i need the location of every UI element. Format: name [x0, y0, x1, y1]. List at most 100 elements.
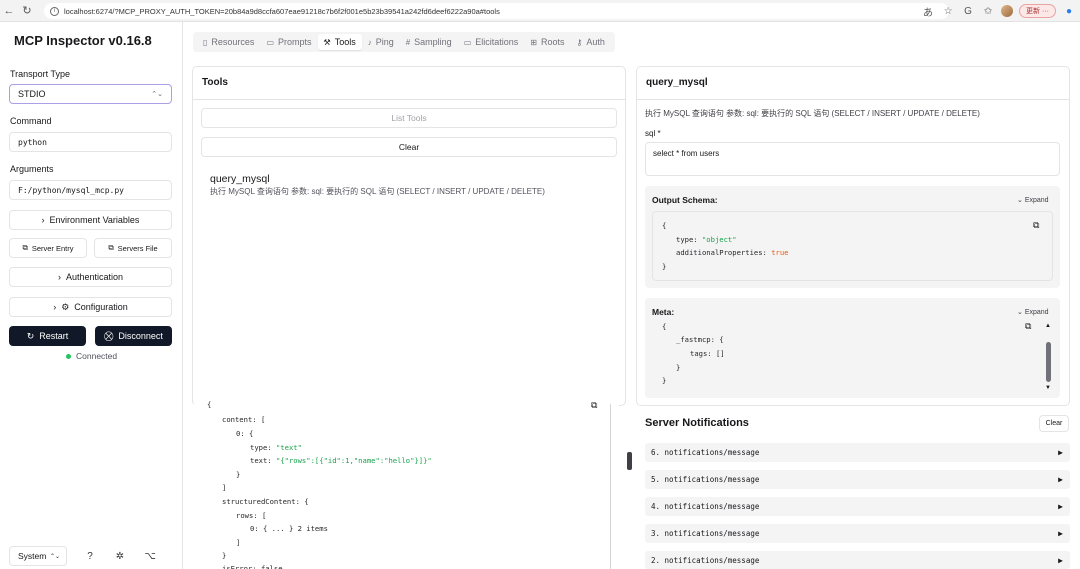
bug-icon[interactable]: ✲: [113, 551, 127, 562]
copy-icon[interactable]: ⧉: [1033, 220, 1039, 231]
file-icon: ▯: [203, 37, 208, 47]
triangle-right-icon: ▶: [1058, 502, 1063, 511]
tab-auth[interactable]: ⚷ Auth: [571, 34, 611, 50]
copy-icon: ⧉: [108, 243, 114, 252]
notification-item[interactable]: 5. notifications/message ▶: [645, 470, 1070, 489]
chevron-right-icon: ›: [41, 215, 45, 225]
restart-button[interactable]: ↻ Restart: [9, 326, 86, 346]
tab-prompts[interactable]: ▭ Prompts: [260, 34, 317, 50]
result-type-value: "text": [275, 443, 302, 452]
server-entry-button[interactable]: ⧉ Server Entry: [9, 238, 87, 258]
meta-open: {: [662, 322, 667, 331]
authentication-label: Authentication: [65, 272, 124, 282]
tab-label: Resources: [211, 37, 255, 47]
chevron-down-icon: ⌄: [1017, 309, 1023, 316]
rotate-icon: ↻: [26, 330, 35, 341]
result-type-line: type: "text": [250, 441, 302, 454]
result-row-0[interactable]: 0: { ... } 2 items: [250, 522, 328, 535]
tab-tools[interactable]: ⚒ Tools: [317, 34, 362, 50]
info-icon[interactable]: i: [50, 6, 59, 16]
result-open: {: [207, 400, 212, 409]
authentication-button[interactable]: › Authentication: [9, 267, 172, 287]
schema-type-line: type: "object": [676, 233, 737, 246]
star-icon[interactable]: ☆: [941, 6, 955, 17]
tab-elicitations[interactable]: ▭ Elicitations: [458, 34, 525, 50]
help-icon[interactable]: ?: [83, 551, 97, 562]
notification-item[interactable]: 4. notifications/message ▶: [645, 497, 1070, 516]
result-close-obj: }: [236, 470, 241, 479]
triangle-right-icon: ▶: [1058, 448, 1063, 457]
triangle-right-icon: ▶: [1058, 555, 1063, 565]
list-tools-button[interactable]: List Tools: [201, 108, 617, 128]
clear-tools-button[interactable]: Clear: [201, 137, 617, 157]
github-icon[interactable]: ⌥: [143, 551, 157, 562]
copilot-icon[interactable]: ●: [1062, 6, 1076, 17]
notification-label: 3. notifications/message: [651, 529, 760, 538]
favorites-icon[interactable]: ✩: [981, 6, 995, 17]
disconnect-button[interactable]: ⛒ Disconnect: [95, 326, 172, 346]
hash-icon: #: [405, 37, 411, 47]
schema-type-key: type:: [676, 235, 698, 244]
tab-label: Elicitations: [475, 37, 519, 47]
schema-close: }: [662, 262, 667, 271]
app-title: MCP Inspector v0.16.8: [14, 33, 152, 48]
notification-item[interactable]: 6. notifications/message ▶: [645, 443, 1070, 462]
result-item-0: 0: {: [236, 429, 254, 438]
env-vars-button[interactable]: › Environment Variables: [9, 210, 172, 230]
tab-label: Sampling: [414, 37, 452, 47]
tab-roots[interactable]: ⊞ Roots: [524, 34, 570, 50]
tab-bar: ▯ Resources ▭ Prompts ⚒ Tools ♪ Ping # Sampli…: [193, 32, 615, 52]
updown-icon: ⌃⌄: [151, 91, 163, 98]
divider: [193, 99, 625, 100]
reload-icon[interactable]: ↻: [18, 2, 36, 20]
back-icon[interactable]: ←: [0, 2, 18, 20]
meta-title: Meta:: [652, 307, 675, 317]
copy-icon[interactable]: ⧉: [591, 400, 597, 411]
restart-label: Restart: [39, 331, 69, 341]
arguments-label: Arguments: [10, 164, 54, 174]
configuration-button[interactable]: › ⚙ Configuration: [9, 297, 172, 317]
tab-resources[interactable]: ▯ Resources: [197, 34, 260, 50]
sql-input[interactable]: select * from users: [645, 142, 1060, 176]
chevron-down-icon: ⌄: [1017, 197, 1023, 204]
transport-label: Transport Type: [10, 69, 71, 79]
clear-notifications-button[interactable]: Clear: [1039, 415, 1069, 432]
result-type-key: type:: [250, 443, 272, 452]
expand-label: Expand: [1024, 309, 1049, 316]
meta-scrollbar[interactable]: [1046, 342, 1051, 382]
tab-ping[interactable]: ♪ Ping: [362, 34, 400, 50]
arguments-input[interactable]: F:/python/mysql_mcp.py: [9, 180, 172, 200]
disconnect-label: Disconnect: [118, 331, 163, 341]
tab-label: Tools: [334, 37, 356, 47]
update-button[interactable]: 更新 ···: [1019, 4, 1056, 18]
scroll-up-icon[interactable]: ▲: [1045, 323, 1051, 329]
resize-handle[interactable]: [627, 452, 632, 470]
translate-icon[interactable]: あ: [921, 4, 935, 19]
env-vars-label: Environment Variables: [49, 215, 140, 225]
server-entry-label: Server Entry: [31, 243, 74, 253]
profile-avatar[interactable]: [1001, 5, 1014, 17]
expand-meta[interactable]: ⌄ Expand: [1017, 308, 1049, 316]
tool-item-name[interactable]: query_mysql: [210, 173, 270, 185]
theme-value: System: [18, 551, 47, 561]
tab-label: Prompts: [278, 37, 312, 47]
expand-output-schema[interactable]: ⌄ Expand: [1017, 196, 1049, 204]
copy-icon[interactable]: ⧉: [1025, 321, 1031, 332]
theme-select[interactable]: System ⌃⌄: [9, 546, 67, 566]
meta-tags: tags: []: [690, 349, 725, 358]
transport-select[interactable]: STDIO ⌃⌄: [9, 84, 172, 104]
tab-sampling[interactable]: # Sampling: [400, 34, 458, 50]
address-bar[interactable]: i localhost:6274/?MCP_PROXY_AUTH_TOKEN=2…: [44, 3, 949, 19]
notification-item[interactable]: 2. notifications/message ▶: [645, 551, 1070, 569]
servers-file-button[interactable]: ⧉ Servers File: [94, 238, 172, 258]
schema-type-value: "object": [701, 235, 737, 244]
connection-status: Connected: [66, 351, 117, 361]
notification-item[interactable]: 3. notifications/message ▶: [645, 524, 1070, 543]
tool-detail-description: 执行 MySQL 查询语句 参数: sql: 要执行的 SQL 语句 (SELE…: [645, 109, 980, 118]
command-input[interactable]: python: [9, 132, 172, 152]
notification-label: 4. notifications/message: [651, 502, 760, 511]
schema-ap-line: additionalProperties: true: [676, 246, 789, 259]
status-text: Connected: [76, 351, 118, 361]
scroll-down-icon[interactable]: ▼: [1045, 385, 1051, 391]
extension-icon[interactable]: G: [961, 6, 975, 17]
